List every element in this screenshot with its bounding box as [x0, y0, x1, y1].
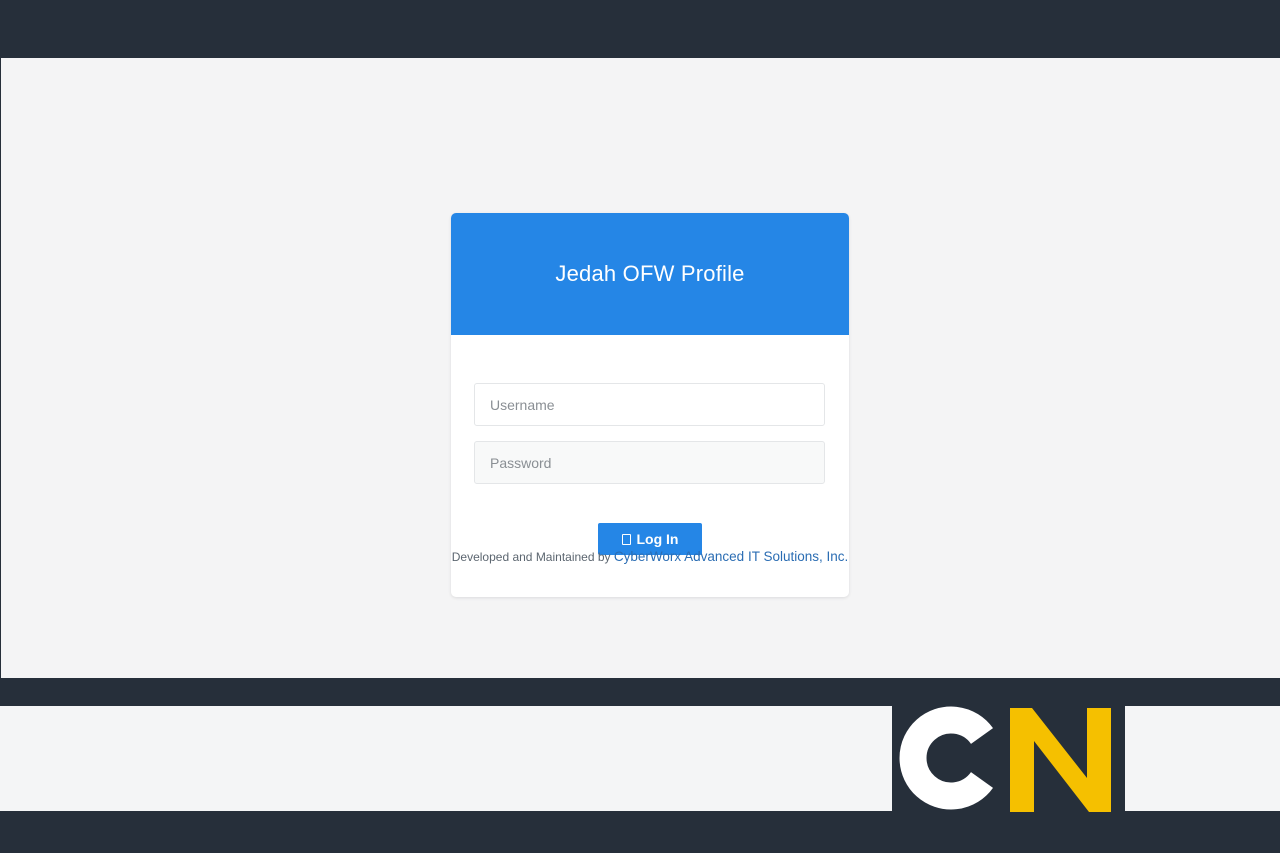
footer-credit-prefix: Developed and Maintained by: [451, 550, 614, 564]
cn-logo-n-letter: [1010, 708, 1111, 812]
card-header: Jedah OFW Profile: [451, 213, 849, 335]
login-page: Jedah OFW Profile Log In Developed and M…: [0, 58, 1280, 678]
cn-logo-graphic: [899, 706, 1111, 812]
cn-logo-c-letter: [899, 706, 993, 810]
username-input[interactable]: [474, 383, 825, 426]
login-icon: [621, 533, 631, 545]
page-title: Jedah OFW Profile: [555, 261, 745, 286]
password-input[interactable]: [474, 441, 825, 484]
login-card: Jedah OFW Profile Log In: [451, 213, 849, 597]
company-link[interactable]: CyberWorx Advanced IT Solutions, Inc.: [614, 549, 848, 564]
cn-logo: [892, 703, 1125, 813]
footer-credit: Developed and Maintained by CyberWorx Ad…: [1, 549, 1280, 564]
login-button-label: Log In: [636, 531, 679, 547]
